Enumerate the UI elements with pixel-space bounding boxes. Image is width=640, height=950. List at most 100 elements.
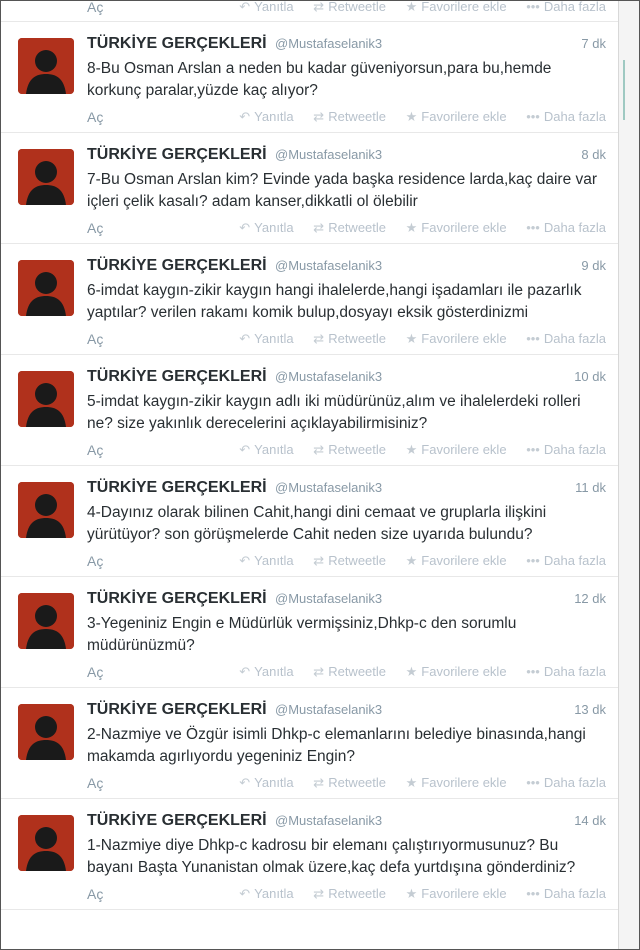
star-icon: ★ (405, 553, 418, 568)
avatar[interactable] (18, 38, 74, 94)
tweet-actions: Aç ↶ Yanıtla ⇄ Retweetle ★ Favorilere ekle … (87, 102, 606, 132)
reply-button[interactable]: ↶ Yanıtla (239, 213, 293, 243)
expand-link[interactable]: Aç (87, 102, 103, 132)
timestamp[interactable]: 9 dk (581, 254, 606, 278)
avatar[interactable] (18, 260, 74, 316)
username[interactable]: @Mustafaselanik3 (275, 369, 382, 384)
full-name[interactable]: TÜRKİYE GERÇEKLERİ (87, 812, 267, 829)
full-name[interactable]: TÜRKİYE GERÇEKLERİ (87, 35, 267, 52)
expand-link[interactable]: Aç (87, 213, 103, 243)
expand-link[interactable]: Aç (87, 657, 103, 687)
reply-button[interactable]: ↶ Yanıtla (239, 435, 293, 465)
expand-link[interactable]: Aç (87, 435, 103, 465)
reply-button[interactable]: ↶ Yanıtla (239, 0, 293, 22)
tweet[interactable]: TÜRKİYE GERÇEKLERİ @Mustafaselanik3 9 dk… (0, 244, 618, 355)
retweet-button[interactable]: ⇄ Retweetle (313, 0, 386, 22)
tweet[interactable]: TÜRKİYE GERÇEKLERİ @Mustafaselanik3 7 dk… (0, 22, 618, 133)
more-button[interactable]: ••• Daha fazla (526, 102, 606, 132)
tweet[interactable]: TÜRKİYE GERÇEKLERİ @Mustafaselanik3 14 d… (0, 799, 618, 910)
full-name[interactable]: TÜRKİYE GERÇEKLERİ (87, 590, 267, 607)
username[interactable]: @Mustafaselanik3 (275, 258, 382, 273)
tweet-text: 4-Dayınız olarak bilinen Cahit,hangi din… (87, 504, 547, 543)
expand-link[interactable]: Aç (87, 768, 103, 798)
full-name[interactable]: TÜRKİYE GERÇEKLERİ (87, 701, 267, 718)
username[interactable]: @Mustafaselanik3 (275, 591, 382, 606)
reply-button[interactable]: ↶ Yanıtla (239, 324, 293, 354)
reply-icon: ↶ (239, 0, 251, 14)
timestamp[interactable]: 8 dk (581, 143, 606, 167)
favorite-button[interactable]: ★ Favorilere ekle (406, 435, 507, 465)
retweet-button[interactable]: ⇄ Retweetle (313, 879, 386, 909)
timestamp[interactable]: 10 dk (574, 365, 606, 389)
more-dots-icon: ••• (526, 775, 540, 790)
tweet[interactable]: TÜRKİYE GERÇEKLERİ @Mustafaselanik3 13 d… (0, 688, 618, 799)
expand-link[interactable]: Aç (87, 324, 103, 354)
tweet[interactable]: TÜRKİYE GERÇEKLERİ @Mustafaselanik3 12 d… (0, 577, 618, 688)
tweet-text: 7-Bu Osman Arslan kim? Evinde yada başka… (87, 171, 598, 210)
avatar[interactable] (18, 704, 74, 760)
more-button[interactable]: ••• Daha fazla (526, 657, 606, 687)
tweet-text: 8-Bu Osman Arslan a neden bu kadar güven… (87, 60, 552, 99)
timestamp[interactable]: 13 dk (574, 698, 606, 722)
full-name[interactable]: TÜRKİYE GERÇEKLERİ (87, 257, 267, 274)
reply-button[interactable]: ↶ Yanıtla (239, 768, 293, 798)
username[interactable]: @Mustafaselanik3 (275, 813, 382, 828)
timestamp[interactable]: 14 dk (574, 809, 606, 833)
tweet-partial-top: Aç ↶ Yanıtla ⇄ Retweetle ★ Favorilere ekle … (0, 0, 618, 22)
username[interactable]: @Mustafaselanik3 (275, 480, 382, 495)
tweet[interactable]: TÜRKİYE GERÇEKLERİ @Mustafaselanik3 11 d… (0, 466, 618, 577)
avatar[interactable] (18, 149, 74, 205)
favorite-button[interactable]: ★ Favorilere ekle (406, 102, 507, 132)
timestamp[interactable]: 11 dk (575, 476, 606, 500)
tweet-text: 3-Yegeniniz Engin e Müdürlük vermişsiniz… (87, 615, 517, 654)
more-button[interactable]: ••• Daha fazla (526, 768, 606, 798)
more-dots-icon: ••• (526, 553, 540, 568)
expand-link[interactable]: Aç (87, 546, 103, 576)
reply-icon: ↶ (239, 220, 251, 235)
reply-button[interactable]: ↶ Yanıtla (239, 657, 293, 687)
tweet[interactable]: TÜRKİYE GERÇEKLERİ @Mustafaselanik3 8 dk… (0, 133, 618, 244)
retweet-button[interactable]: ⇄ Retweetle (313, 657, 386, 687)
full-name[interactable]: TÜRKİYE GERÇEKLERİ (87, 368, 267, 385)
more-button[interactable]: ••• Daha fazla (526, 435, 606, 465)
username[interactable]: @Mustafaselanik3 (275, 36, 382, 51)
avatar[interactable] (18, 482, 74, 538)
reply-button[interactable]: ↶ Yanıtla (239, 546, 293, 576)
retweet-button[interactable]: ⇄ Retweetle (313, 213, 386, 243)
username[interactable]: @Mustafaselanik3 (275, 147, 382, 162)
expand-link[interactable]: Aç (87, 0, 103, 22)
tweet-header: TÜRKİYE GERÇEKLERİ @Mustafaselanik3 8 dk (87, 143, 606, 167)
more-dots-icon: ••• (526, 442, 540, 457)
full-name[interactable]: TÜRKİYE GERÇEKLERİ (87, 479, 267, 496)
username[interactable]: @Mustafaselanik3 (275, 702, 382, 717)
favorite-button[interactable]: ★ Favorilere ekle (406, 213, 507, 243)
more-button[interactable]: ••• Daha fazla (526, 213, 606, 243)
timestamp[interactable]: 12 dk (574, 587, 606, 611)
retweet-button[interactable]: ⇄ Retweetle (313, 768, 386, 798)
retweet-button[interactable]: ⇄ Retweetle (313, 546, 386, 576)
retweet-button[interactable]: ⇄ Retweetle (313, 324, 386, 354)
tweet[interactable]: TÜRKİYE GERÇEKLERİ @Mustafaselanik3 10 d… (0, 355, 618, 466)
avatar[interactable] (18, 815, 74, 871)
more-button[interactable]: ••• Daha fazla (526, 546, 606, 576)
favorite-button[interactable]: ★ Favorilere ekle (406, 324, 507, 354)
reply-button[interactable]: ↶ Yanıtla (239, 102, 293, 132)
favorite-button[interactable]: ★ Favorilere ekle (406, 657, 507, 687)
retweet-button[interactable]: ⇄ Retweetle (313, 435, 386, 465)
avatar[interactable] (18, 371, 74, 427)
timestamp[interactable]: 7 dk (581, 32, 606, 56)
reply-button[interactable]: ↶ Yanıtla (239, 879, 293, 909)
favorite-button[interactable]: ★ Favorilere ekle (406, 0, 507, 22)
more-button[interactable]: ••• Daha fazla (526, 324, 606, 354)
more-button[interactable]: ••• Daha fazla (526, 0, 606, 22)
more-button[interactable]: ••• Daha fazla (526, 879, 606, 909)
favorite-button[interactable]: ★ Favorilere ekle (406, 768, 507, 798)
retweet-button[interactable]: ⇄ Retweetle (313, 102, 386, 132)
expand-link[interactable]: Aç (87, 879, 103, 909)
full-name[interactable]: TÜRKİYE GERÇEKLERİ (87, 146, 267, 163)
tweet-actions: Aç ↶ Yanıtla ⇄ Retweetle ★ Favorilere ekle … (87, 213, 606, 243)
favorite-button[interactable]: ★ Favorilere ekle (406, 546, 507, 576)
avatar[interactable] (18, 593, 74, 649)
favorite-button[interactable]: ★ Favorilere ekle (406, 879, 507, 909)
tweet-text: 1-Nazmiye diye Dhkp-c kadrosu bir eleman… (87, 837, 576, 876)
